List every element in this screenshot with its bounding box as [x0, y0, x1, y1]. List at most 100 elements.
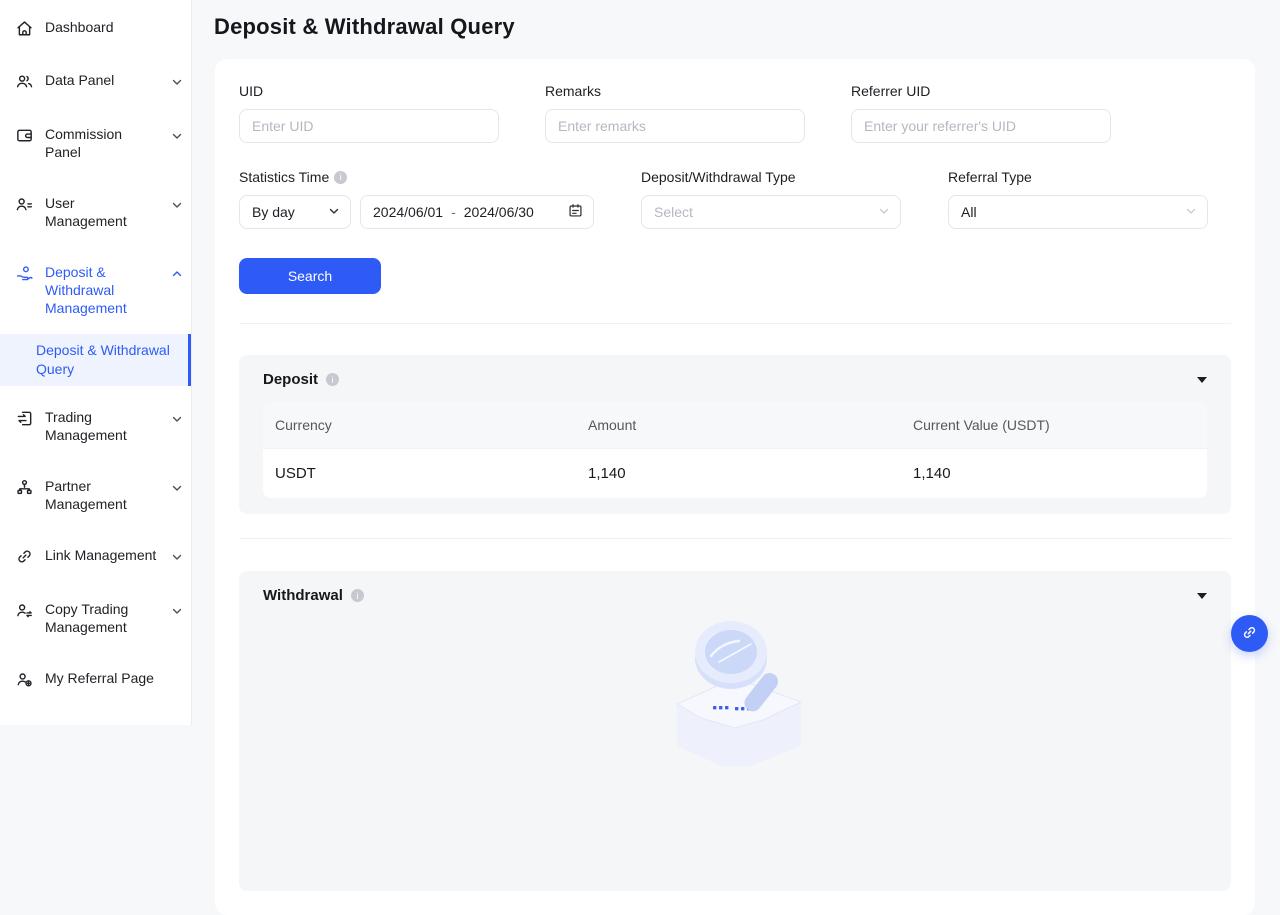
chevron-down-icon: [171, 411, 183, 429]
referrer-uid-field-group: Referrer UID: [851, 83, 1111, 143]
sidebar-subitem-deposit-withdrawal-query[interactable]: Deposit & Withdrawal Query: [0, 334, 191, 386]
column-header-current-value: Current Value (USDT): [913, 417, 1207, 433]
date-separator: -: [451, 204, 456, 220]
sidebar-item-user-management[interactable]: User Management: [0, 182, 191, 242]
user-list-icon: [14, 194, 34, 214]
collapse-caret-icon[interactable]: [1197, 377, 1207, 383]
withdrawal-section-title: Withdrawal: [263, 587, 343, 604]
cell-currency: USDT: [263, 465, 588, 482]
sidebar-item-label: Data Panel: [45, 71, 160, 89]
referrer-uid-input[interactable]: [851, 109, 1111, 143]
column-header-currency: Currency: [263, 417, 588, 433]
deposit-table-header: Currency Amount Current Value (USDT): [263, 402, 1207, 448]
table-row: USDT 1,140 1,140: [263, 448, 1207, 498]
chevron-down-icon: [171, 128, 183, 146]
sidebar-item-my-referral-page[interactable]: My Referral Page: [0, 657, 191, 701]
statistics-time-group: Statistics Time By day 2024/06/01 - 2024…: [239, 169, 594, 229]
chevron-down-icon: [171, 74, 183, 92]
sidebar-item-label: Partner Management: [45, 477, 160, 513]
sidebar-item-label: Commission Panel: [45, 125, 160, 161]
empty-state-illustration: [635, 606, 835, 766]
dw-type-select[interactable]: Select: [641, 195, 901, 229]
uid-field-group: UID: [239, 83, 499, 143]
sidebar-item-label: Trading Management: [45, 408, 160, 444]
sidebar-item-data-panel[interactable]: Data Panel: [0, 59, 191, 104]
calendar-icon: [568, 203, 583, 221]
sidebar-item-dashboard[interactable]: Dashboard: [0, 6, 191, 50]
sidebar-item-label: Deposit & Withdrawal Management: [45, 263, 160, 317]
sidebar-item-link-management[interactable]: Link Management: [0, 534, 191, 579]
statistics-time-label: Statistics Time: [239, 169, 594, 185]
chevron-down-icon: [171, 480, 183, 498]
referral-type-group: Referral Type All: [948, 169, 1208, 229]
sidebar-item-label: Dashboard: [45, 18, 183, 36]
info-icon[interactable]: [326, 373, 339, 386]
referral-type-value: All: [961, 204, 977, 220]
collapse-caret-icon[interactable]: [1197, 593, 1207, 599]
sidebar: Dashboard Data Panel Commission Panel Us…: [0, 0, 192, 725]
remarks-field-group: Remarks: [545, 83, 805, 143]
column-header-amount: Amount: [588, 417, 913, 433]
search-button[interactable]: Search: [239, 258, 381, 294]
divider: [239, 538, 1231, 539]
dw-type-group: Deposit/Withdrawal Type Select: [641, 169, 901, 229]
link-icon: [14, 546, 34, 566]
users-icon: [14, 71, 34, 91]
link-icon: [1241, 624, 1258, 644]
referral-type-select[interactable]: All: [948, 195, 1208, 229]
page-title: Deposit & Withdrawal Query: [214, 14, 1280, 40]
filter-row-2: Statistics Time By day 2024/06/01 - 2024…: [239, 169, 1231, 229]
referral-link-fab[interactable]: [1231, 615, 1268, 652]
sidebar-item-deposit-withdrawal-management[interactable]: Deposit & Withdrawal Management: [0, 251, 191, 329]
empty-state: [263, 606, 1207, 766]
cell-amount: 1,140: [588, 465, 913, 482]
chevron-down-icon: [328, 204, 340, 220]
chevron-down-icon: [1185, 204, 1197, 220]
sidebar-item-label: Copy Trading Management: [45, 600, 160, 636]
user-plus-icon: [14, 669, 34, 689]
deposit-section: Deposit Currency Amount Current Value (U…: [239, 355, 1231, 514]
query-card: UID Remarks Referrer UID Statistics Time: [215, 59, 1255, 915]
date-range-picker[interactable]: 2024/06/01 - 2024/06/30: [360, 195, 594, 229]
chevron-down-icon: [171, 197, 183, 215]
referrer-uid-label: Referrer UID: [851, 83, 1111, 99]
dw-type-placeholder: Select: [654, 204, 693, 220]
dw-type-label: Deposit/Withdrawal Type: [641, 169, 901, 185]
home-icon: [14, 18, 34, 38]
chevron-up-icon: [171, 266, 183, 284]
date-start: 2024/06/01: [373, 204, 443, 220]
remarks-label: Remarks: [545, 83, 805, 99]
remarks-input[interactable]: [545, 109, 805, 143]
sidebar-item-label: Link Management: [45, 546, 160, 564]
date-end: 2024/06/30: [464, 204, 534, 220]
deposit-table: Currency Amount Current Value (USDT) USD…: [263, 402, 1207, 498]
sidebar-item-label: User Management: [45, 194, 160, 230]
sidebar-nav: Dashboard Data Panel Commission Panel Us…: [0, 0, 191, 701]
hand-coin-icon: [14, 263, 34, 283]
sidebar-item-commission-panel[interactable]: Commission Panel: [0, 113, 191, 173]
sidebar-item-label: My Referral Page: [45, 669, 183, 687]
referral-type-label: Referral Type: [948, 169, 1208, 185]
cell-current-value: 1,140: [913, 465, 1207, 482]
copy-trading-icon: [14, 600, 34, 620]
chevron-down-icon: [171, 549, 183, 567]
sidebar-item-partner-management[interactable]: Partner Management: [0, 465, 191, 525]
wallet-icon: [14, 125, 34, 145]
info-icon[interactable]: [351, 589, 364, 602]
chevron-down-icon: [878, 204, 890, 220]
org-chart-icon: [14, 477, 34, 497]
chevron-down-icon: [171, 603, 183, 621]
sidebar-item-copy-trading-management[interactable]: Copy Trading Management: [0, 588, 191, 648]
deposit-section-title: Deposit: [263, 371, 318, 388]
divider: [239, 323, 1231, 324]
granularity-select[interactable]: By day: [239, 195, 351, 229]
filter-row-1: UID Remarks Referrer UID: [239, 83, 1231, 143]
main-content: Deposit & Withdrawal Query UID Remarks R…: [192, 14, 1280, 915]
info-icon[interactable]: [334, 171, 347, 184]
sidebar-item-trading-management[interactable]: Trading Management: [0, 396, 191, 456]
uid-label: UID: [239, 83, 499, 99]
uid-input[interactable]: [239, 109, 499, 143]
granularity-value: By day: [252, 204, 295, 220]
statistics-time-label-text: Statistics Time: [239, 169, 329, 185]
withdrawal-section: Withdrawal: [239, 571, 1231, 891]
